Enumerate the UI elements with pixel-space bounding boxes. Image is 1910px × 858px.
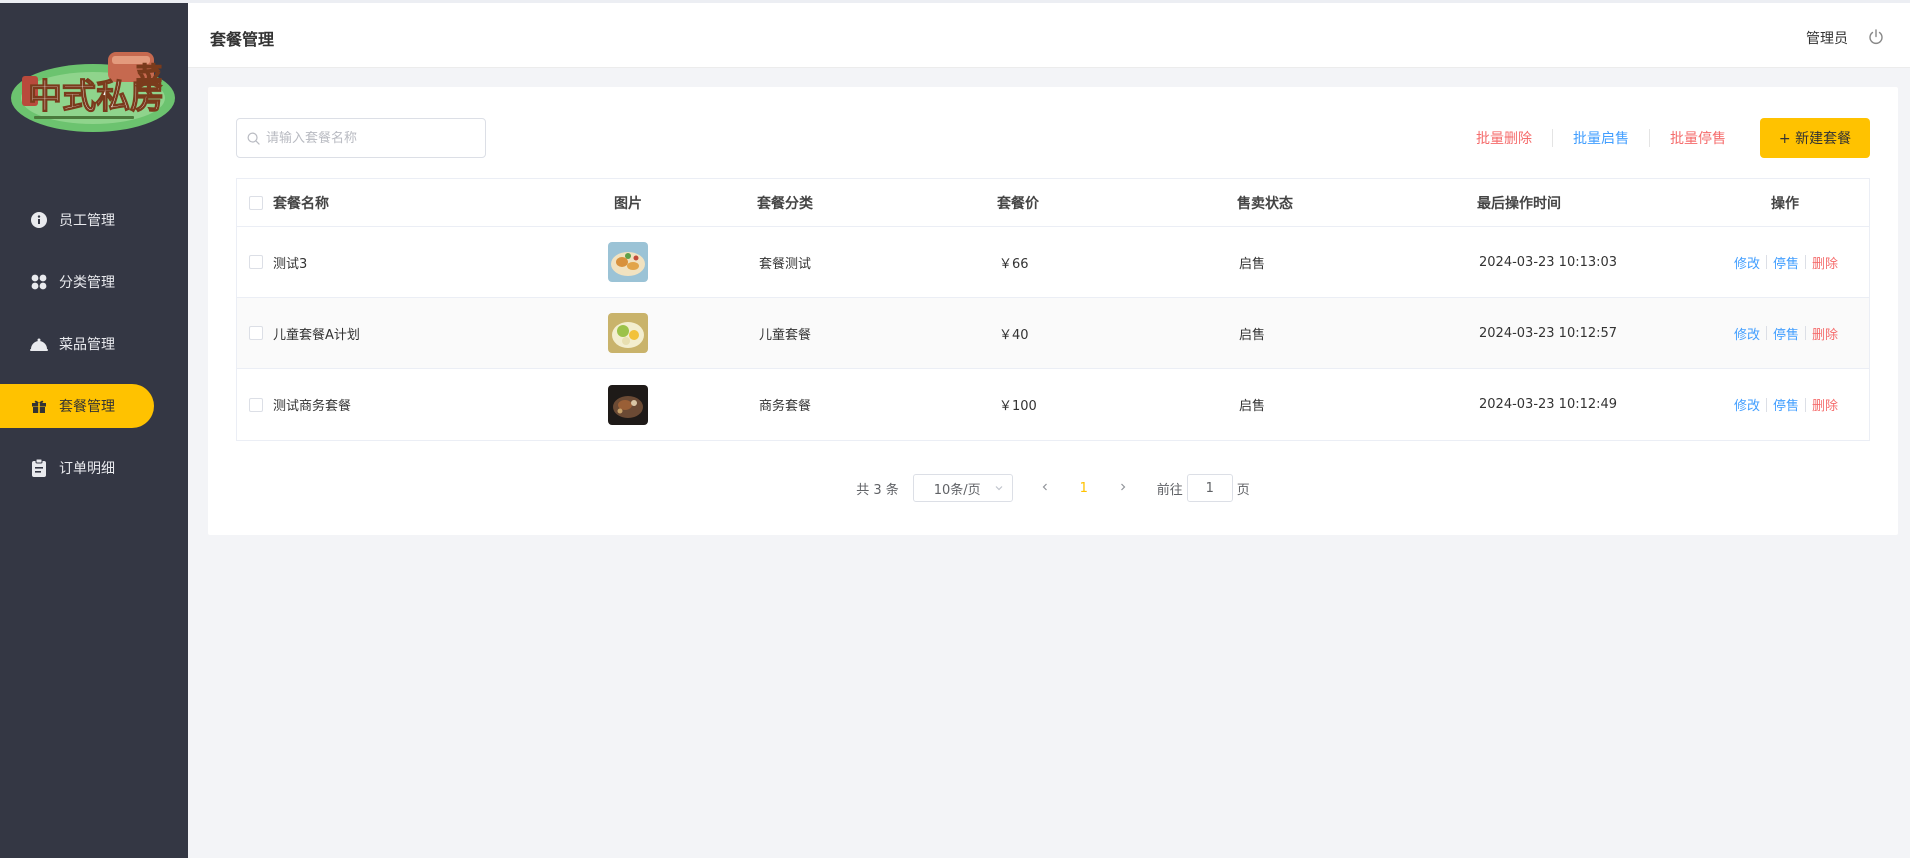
pagination: 共 3 条 10条/页 1 前往 页 bbox=[208, 474, 1898, 502]
edit-button[interactable]: 修改 bbox=[1734, 253, 1760, 272]
divider bbox=[1766, 397, 1768, 412]
app-logo[interactable]: 中式私房 菜 bbox=[8, 48, 178, 138]
row-actions: 修改 停售 删除 bbox=[1734, 395, 1838, 414]
column-header-price: 套餐价 bbox=[997, 195, 1039, 212]
row-actions: 修改 停售 删除 bbox=[1734, 253, 1838, 272]
user-name[interactable]: 管理员 bbox=[1806, 28, 1848, 48]
page-title: 套餐管理 bbox=[210, 30, 275, 49]
sidebar-item-label: 分类管理 bbox=[59, 275, 115, 291]
table-row: 儿童套餐A计划 儿童套餐 ￥40 启售 2024-03-23 10:12:57 … bbox=[237, 298, 1869, 369]
clipboard-icon bbox=[30, 459, 48, 477]
batch-disable-button[interactable]: 批量停售 bbox=[1650, 128, 1746, 148]
setmeal-category: 商务套餐 bbox=[759, 399, 812, 414]
edit-button[interactable]: 修改 bbox=[1734, 395, 1760, 414]
setmeal-status: 启售 bbox=[1239, 399, 1266, 414]
table-header: 套餐名称 图片 套餐分类 套餐价 售卖状态 最后操作时间 操作 bbox=[237, 179, 1869, 227]
disable-button[interactable]: 停售 bbox=[1773, 253, 1799, 272]
batch-delete-button[interactable]: 批量删除 bbox=[1456, 128, 1552, 148]
row-checkbox[interactable] bbox=[249, 397, 263, 412]
row-checkbox[interactable] bbox=[249, 255, 263, 269]
content-card: 批量删除 批量启售 批量停售 + 新建套餐 套餐名称 图片 套餐分类 套餐价 售… bbox=[208, 87, 1898, 535]
next-page-button[interactable] bbox=[1109, 481, 1137, 496]
setmeal-image[interactable] bbox=[608, 384, 648, 425]
column-header-status: 售卖状态 bbox=[1237, 195, 1293, 212]
setmeal-update-time: 2024-03-23 10:12:57 bbox=[1479, 325, 1618, 341]
divider bbox=[1766, 326, 1768, 340]
table-row: 测试3 套餐测试 ￥66 启售 2024-03-23 10:13:03 修改 停… bbox=[237, 227, 1869, 298]
sidebar: 中式私房 菜 员工管理 分类管理 菜品管理 套餐管理 订单明细 bbox=[0, 0, 188, 858]
setmeal-category: 套餐测试 bbox=[759, 256, 812, 272]
chevron-right-icon bbox=[1120, 483, 1126, 490]
chevron-left-icon bbox=[1042, 483, 1047, 490]
setmeal-image[interactable] bbox=[608, 313, 648, 353]
divider bbox=[1805, 397, 1807, 412]
sidebar-top-line bbox=[0, 0, 188, 3]
delete-button[interactable]: 删除 bbox=[1812, 395, 1838, 414]
column-header-category: 套餐分类 bbox=[757, 195, 813, 212]
column-header-operations: 操作 bbox=[1771, 195, 1799, 212]
gift-icon bbox=[30, 397, 48, 415]
search-box[interactable] bbox=[236, 118, 486, 158]
setmeal-update-time: 2024-03-23 10:12:49 bbox=[1479, 397, 1618, 412]
chevron-down-icon bbox=[995, 486, 1003, 491]
delete-button[interactable]: 删除 bbox=[1812, 324, 1838, 343]
table-row: 测试商务套餐 商务套餐 ￥100 启售 2024-03-23 10:12:49 … bbox=[237, 369, 1869, 440]
sidebar-item-label: 员工管理 bbox=[59, 213, 115, 229]
sidebar-item-dish[interactable]: 菜品管理 bbox=[0, 322, 188, 366]
search-input[interactable] bbox=[266, 130, 466, 146]
prev-page-button[interactable] bbox=[1031, 481, 1059, 496]
setmeal-name: 儿童套餐A计划 bbox=[273, 327, 360, 343]
setmeal-price: ￥40 bbox=[999, 327, 1029, 343]
pagination-total: 共 3 条 bbox=[856, 482, 899, 498]
setmeal-name: 测试3 bbox=[273, 256, 308, 272]
sidebar-item-label: 订单明细 bbox=[59, 461, 115, 477]
setmeal-update-time: 2024-03-23 10:13:03 bbox=[1479, 254, 1618, 270]
info-icon bbox=[30, 211, 48, 229]
page-number-current[interactable]: 1 bbox=[1059, 481, 1109, 496]
setmeal-status: 启售 bbox=[1239, 256, 1266, 272]
divider bbox=[1766, 255, 1768, 269]
disable-button[interactable]: 停售 bbox=[1773, 395, 1799, 414]
setmeal-price: ￥66 bbox=[999, 256, 1029, 272]
edit-button[interactable]: 修改 bbox=[1734, 324, 1760, 343]
setmeal-status: 启售 bbox=[1239, 327, 1266, 343]
power-icon[interactable] bbox=[1868, 29, 1884, 45]
setmeal-image[interactable] bbox=[608, 242, 648, 282]
column-header-image: 图片 bbox=[614, 195, 642, 212]
sidebar-nav: 员工管理 分类管理 菜品管理 套餐管理 订单明细 bbox=[0, 198, 188, 508]
column-header-time: 最后操作时间 bbox=[1477, 195, 1561, 212]
goto-page-input[interactable] bbox=[1186, 474, 1233, 502]
divider bbox=[1805, 326, 1807, 340]
column-header-name[interactable]: 套餐名称 bbox=[273, 193, 329, 213]
top-header: 套餐管理 管理员 bbox=[188, 0, 1910, 68]
add-setmeal-button[interactable]: + 新建套餐 bbox=[1760, 118, 1870, 158]
sidebar-item-setmeal[interactable]: 套餐管理 bbox=[0, 384, 188, 428]
sidebar-item-category[interactable]: 分类管理 bbox=[0, 260, 188, 304]
goto-suffix: 页 bbox=[1236, 482, 1250, 498]
svg-text:菜: 菜 bbox=[135, 63, 162, 92]
disable-button[interactable]: 停售 bbox=[1773, 324, 1799, 343]
grid-icon bbox=[30, 273, 48, 291]
delete-button[interactable]: 删除 bbox=[1812, 253, 1838, 272]
goto-label: 前往 bbox=[1156, 482, 1183, 498]
sidebar-item-label: 菜品管理 bbox=[59, 337, 115, 353]
sidebar-item-employee[interactable]: 员工管理 bbox=[0, 198, 188, 242]
divider bbox=[1805, 255, 1807, 269]
batch-enable-button[interactable]: 批量启售 bbox=[1553, 128, 1649, 148]
setmeal-price: ￥100 bbox=[999, 399, 1037, 414]
row-checkbox[interactable] bbox=[249, 326, 263, 340]
sidebar-item-label: 套餐管理 bbox=[59, 399, 115, 415]
dish-cover-icon bbox=[30, 335, 48, 353]
page-size-select[interactable]: 10条/页 bbox=[912, 474, 1013, 502]
setmeal-name: 测试商务套餐 bbox=[273, 399, 352, 414]
setmeal-table: 套餐名称 图片 套餐分类 套餐价 售卖状态 最后操作时间 操作 测试3 套餐测试… bbox=[236, 178, 1870, 441]
setmeal-category: 儿童套餐 bbox=[759, 327, 812, 343]
select-all-checkbox[interactable] bbox=[249, 195, 263, 210]
page-size-value: 10条/页 bbox=[933, 482, 981, 498]
search-icon bbox=[247, 132, 260, 145]
sidebar-item-orders[interactable]: 订单明细 bbox=[0, 446, 188, 490]
toolbar-actions: 批量删除 批量启售 批量停售 + 新建套餐 bbox=[1456, 118, 1870, 158]
row-actions: 修改 停售 删除 bbox=[1734, 324, 1838, 343]
